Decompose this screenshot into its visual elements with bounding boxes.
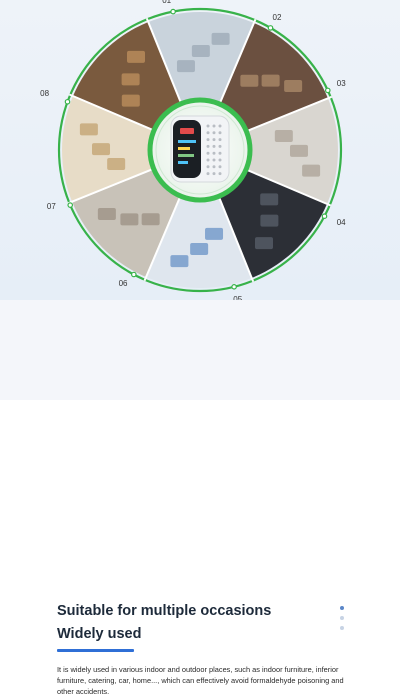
wheel-tick-dot <box>170 8 176 15</box>
scene-number-label: 02 <box>272 12 282 22</box>
description-text: It is widely used in various indoor and … <box>57 665 344 696</box>
scene-wheel <box>57 7 343 293</box>
pager-dot[interactable] <box>340 626 344 630</box>
pager-dot[interactable] <box>340 606 344 610</box>
scene-number-label: 03 <box>336 78 346 88</box>
wheel-tick-dot <box>231 284 237 290</box>
section-title: Suitable for multiple occasions <box>57 603 272 619</box>
wheel-tick-dot <box>131 271 137 278</box>
wheel-tick-dot <box>321 213 328 219</box>
wheel-tick-dot <box>267 25 274 31</box>
wheel-tick-dot <box>67 202 74 208</box>
display-reading <box>180 128 194 134</box>
scene-number-label: 06 <box>118 279 128 289</box>
scene-number-label: 08 <box>40 89 50 98</box>
wheel-tick-dot <box>64 98 71 105</box>
hero-section: 0102030405060708 <box>0 0 400 304</box>
scene-number-label: 01 <box>162 0 172 5</box>
wheel-tick-dot <box>324 87 331 94</box>
info-panel: Suitable for multiple occasions Widely u… <box>0 300 400 696</box>
scene-number-label: 04 <box>336 218 346 228</box>
title-underline <box>57 649 134 652</box>
pager-dot[interactable] <box>340 616 344 620</box>
scene-number-label: 07 <box>46 201 56 211</box>
section-subtitle: Widely used <box>57 626 142 642</box>
air-monitor-device <box>170 115 230 183</box>
